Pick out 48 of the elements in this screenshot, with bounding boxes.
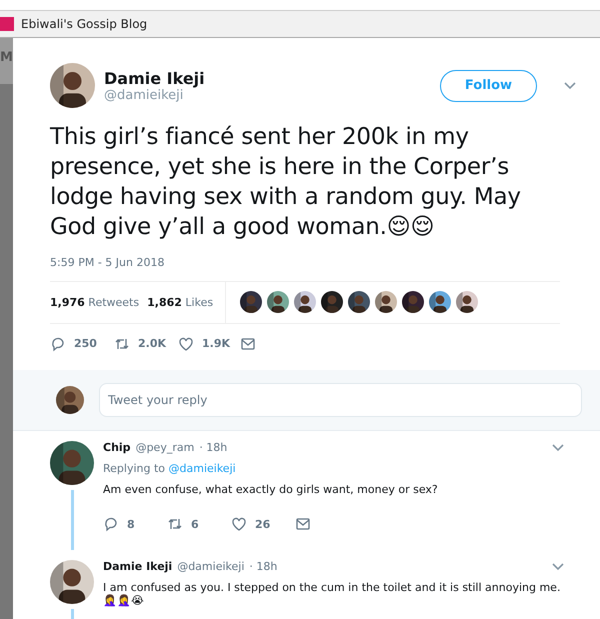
reply-handle: @damieikeji	[177, 560, 244, 573]
reply-time: · 18h	[199, 441, 228, 454]
envelope-icon[interactable]	[240, 336, 256, 352]
user-avatar	[267, 291, 290, 314]
retweets-stat[interactable]: 1,976 Retweets	[50, 296, 140, 309]
tab-title[interactable]: Ebiwali's Gossip Blog	[21, 17, 148, 31]
reply-author: Chip	[103, 441, 131, 454]
replying-label: Replying to	[103, 462, 166, 475]
retweet-count: 2.0K	[138, 337, 166, 350]
heart-icon[interactable]	[231, 516, 247, 532]
heart-icon[interactable]	[178, 336, 194, 352]
retweet-count: 6	[191, 518, 199, 530]
like-count: 1.9K	[202, 337, 230, 350]
user-avatar	[50, 441, 94, 485]
tweet-time: 5:59 PM - 5 Jun 2018	[50, 256, 166, 269]
reply-icon[interactable]	[103, 516, 119, 532]
retweet-icon[interactable]	[167, 516, 183, 532]
like-count: 26	[255, 518, 270, 530]
user-avatar	[429, 291, 452, 314]
chevron-down-icon[interactable]	[564, 82, 576, 90]
chevron-down-icon[interactable]	[552, 562, 564, 570]
reply-icon[interactable]	[50, 336, 66, 352]
tweet-text: This girl’s fiancé sent her 200k in my presence, yet she is here in the Corper’s lodge having sex with a random guy. May God give y’all a good woman.😌😌	[50, 123, 522, 242]
site-icon	[0, 17, 14, 31]
reply-text: Am even confuse, what exactly do girls want, money or sex?	[103, 483, 439, 496]
user-avatar	[456, 291, 478, 314]
author-name: Damie Ikeji	[104, 68, 206, 88]
reply-text: I am confused as you. I stepped on the cum in the toilet and it is still annoying me. 🤦‍♀🤦‍♀😭	[103, 581, 562, 607]
reply-count: 250	[74, 337, 97, 350]
reply-input[interactable]: Tweet your reply	[99, 382, 582, 417]
user-avatar	[240, 291, 262, 314]
reply-count: 8	[127, 518, 135, 530]
side-label: M	[0, 38, 13, 84]
user-avatar	[402, 291, 424, 314]
likes-stat[interactable]: 1,862 Likes	[147, 296, 214, 309]
reply-handle: @pey_ram	[136, 441, 194, 454]
user-avatar	[348, 291, 370, 314]
reply-author: Damie Ikeji	[103, 560, 172, 573]
user-avatar	[50, 560, 94, 604]
reply-time: · 18h	[249, 560, 278, 573]
chevron-down-icon[interactable]	[552, 444, 564, 452]
author-handle: @damieikeji	[104, 88, 184, 102]
envelope-icon[interactable]	[295, 516, 311, 532]
user-avatar	[56, 386, 84, 414]
user-avatar	[294, 291, 316, 314]
user-avatar	[50, 63, 95, 108]
user-avatar	[321, 291, 344, 314]
user-avatar	[375, 291, 398, 314]
